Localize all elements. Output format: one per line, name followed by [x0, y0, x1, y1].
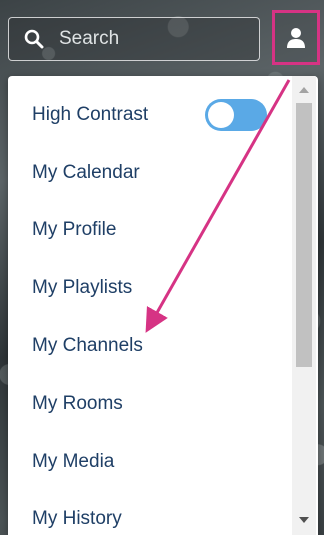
menu-item-my-media[interactable]: My Media — [32, 447, 114, 477]
high-contrast-toggle[interactable] — [205, 99, 267, 131]
scroll-up-arrow-icon[interactable] — [299, 87, 309, 93]
menu-item-my-rooms[interactable]: My Rooms — [32, 389, 123, 419]
user-icon — [287, 27, 305, 48]
menu-item-my-channels[interactable]: My Channels — [32, 331, 143, 361]
menu-item-my-profile[interactable]: My Profile — [32, 215, 116, 245]
scroll-down-arrow-icon[interactable] — [299, 517, 309, 523]
menu-item-my-history[interactable]: My History — [32, 504, 122, 534]
user-dropdown-menu: High Contrast My Calendar My Profile My … — [8, 76, 318, 535]
user-menu-button[interactable] — [272, 10, 320, 65]
menu-item-my-playlists[interactable]: My Playlists — [32, 273, 132, 303]
menu-item-my-calendar[interactable]: My Calendar — [32, 158, 140, 188]
search-box[interactable] — [8, 17, 260, 61]
header-bar — [0, 0, 324, 76]
menu-item-high-contrast-label: High Contrast — [32, 104, 149, 125]
menu-scrollbar[interactable] — [292, 76, 316, 535]
toggle-knob — [208, 102, 234, 128]
search-icon — [24, 29, 44, 49]
search-input[interactable] — [59, 26, 249, 52]
scrollbar-thumb[interactable] — [296, 103, 312, 367]
